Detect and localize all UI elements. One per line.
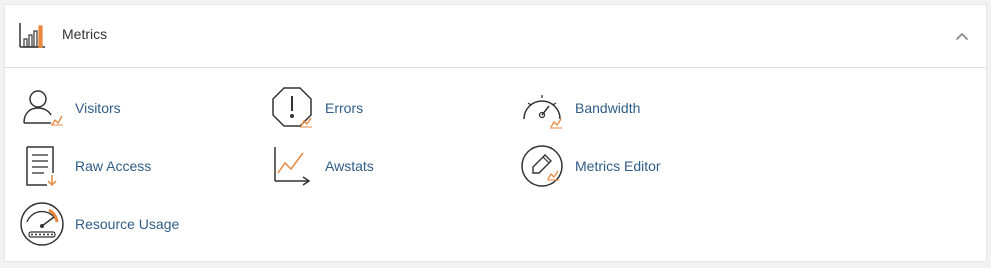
- item-label: Bandwidth: [575, 100, 641, 116]
- panel-header[interactable]: Metrics: [5, 5, 986, 68]
- bandwidth-icon: [523, 95, 562, 129]
- item-label: Resource Usage: [75, 216, 180, 232]
- item-label: Errors: [325, 100, 364, 116]
- item-label: Visitors: [75, 100, 121, 116]
- raw-access-icon: [26, 146, 57, 187]
- bandwidth-link[interactable]: Bandwidth: [519, 85, 719, 131]
- item-label: Metrics Editor: [575, 158, 661, 174]
- awstats-link[interactable]: Awstats: [269, 143, 449, 189]
- resource-usage-icon: [20, 202, 64, 246]
- metrics-editor-link[interactable]: Metrics Editor: [519, 143, 719, 189]
- metrics-editor-icon: [521, 145, 563, 187]
- chevron-up-icon[interactable]: [954, 28, 970, 44]
- section-title: Metrics: [62, 26, 108, 42]
- raw-access-link[interactable]: Raw Access: [19, 143, 199, 189]
- item-label: Awstats: [325, 158, 374, 174]
- errors-link[interactable]: Errors: [269, 85, 449, 131]
- errors-icon: [272, 87, 312, 128]
- bar-chart-icon: [19, 23, 45, 48]
- visitors-link[interactable]: Visitors: [19, 85, 199, 131]
- awstats-icon: [274, 147, 311, 186]
- resource-usage-link[interactable]: Resource Usage: [19, 201, 219, 247]
- metrics-panel: Metrics Visitors Errors Bandwidth Raw Ac…: [4, 4, 987, 262]
- item-label: Raw Access: [75, 158, 152, 174]
- visitors-icon: [23, 90, 63, 126]
